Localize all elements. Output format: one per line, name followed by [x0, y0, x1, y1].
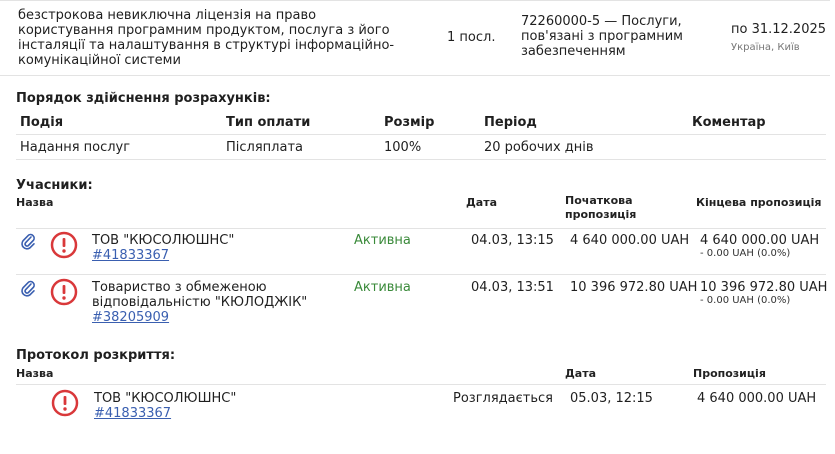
item-description: безстрокова невиключна ліцензія на право… [18, 8, 395, 68]
protocol-offer: 4 640 000.00 UAH [697, 391, 817, 406]
protocol-header-offer: Пропозиція [693, 367, 766, 380]
payment-period: 20 робочих днів [484, 140, 594, 155]
warning-icon[interactable] [51, 389, 79, 417]
payment-header-period: Період [484, 115, 537, 130]
participant-initial-offer: 4 640 000.00 UAH [570, 233, 690, 248]
participant-date: 04.03, 13:51 [471, 280, 554, 295]
participant-name: ТОВ "КЮСОЛЮШНС" [92, 233, 235, 248]
payment-section-title: Порядок здійснення розрахунків: [16, 91, 271, 106]
protocol-header-name: Назва [16, 367, 54, 380]
protocol-participant-name: ТОВ "КЮСОЛЮШНС" [94, 391, 237, 406]
participant-status: Активна [354, 280, 411, 295]
protocol-code-link[interactable]: #41833367 [94, 406, 171, 421]
participant-offer-diff: - 0.00 UAH (0.0%) [700, 248, 791, 259]
participant-offer-diff: - 0.00 UAH (0.0%) [700, 295, 791, 306]
participant-final-offer: 4 640 000.00 UAH [700, 233, 820, 248]
protocol-header-date: Дата [565, 367, 597, 380]
participant-name-line1: Товариство з обмеженою [92, 280, 267, 295]
delivery-date: по 31.12.2025 [731, 22, 827, 37]
participant-status: Активна [354, 233, 411, 248]
payment-event: Надання послуг [20, 140, 131, 155]
paperclip-icon[interactable] [20, 232, 36, 250]
payment-header-size: Розмір [384, 115, 435, 130]
participant-name-line2: відповідальністю "КЮЛОДЖІК" [92, 295, 308, 310]
participant-final-offer: 10 396 972.80 UAH [700, 280, 828, 295]
delivery-place: Україна, Київ [731, 42, 800, 53]
protocol-date: 05.03, 12:15 [570, 391, 653, 406]
participants-header-final: Кінцева пропозиція [696, 196, 822, 209]
protocol-status: Розглядається [453, 391, 553, 406]
payment-size: 100% [384, 140, 422, 155]
item-quantity: 1 посл. [447, 30, 496, 45]
participant-code-link[interactable]: #41833367 [92, 248, 169, 263]
protocol-section-title: Протокол розкриття: [16, 348, 176, 363]
participant-date: 04.03, 13:15 [471, 233, 554, 248]
payment-header-event: Подія [20, 115, 64, 130]
participants-header-initial: Початкова пропозиція [565, 194, 637, 221]
warning-icon[interactable] [50, 278, 78, 306]
participant-code-link[interactable]: #38205909 [92, 310, 169, 325]
participants-section-title: Учасники: [16, 178, 93, 193]
payment-header-type: Тип оплати [226, 115, 311, 130]
participant-initial-offer: 10 396 972.80 UAH [570, 280, 698, 295]
payment-header-comment: Коментар [692, 115, 766, 130]
participants-header-name: Назва [16, 196, 54, 209]
participants-header-date: Дата [466, 196, 498, 209]
paperclip-icon[interactable] [20, 279, 36, 297]
warning-icon[interactable] [50, 231, 78, 259]
item-classifier: 72260000-5 — Послуги, пов'язані з програ… [521, 14, 683, 59]
payment-type: Післяплата [226, 140, 303, 155]
